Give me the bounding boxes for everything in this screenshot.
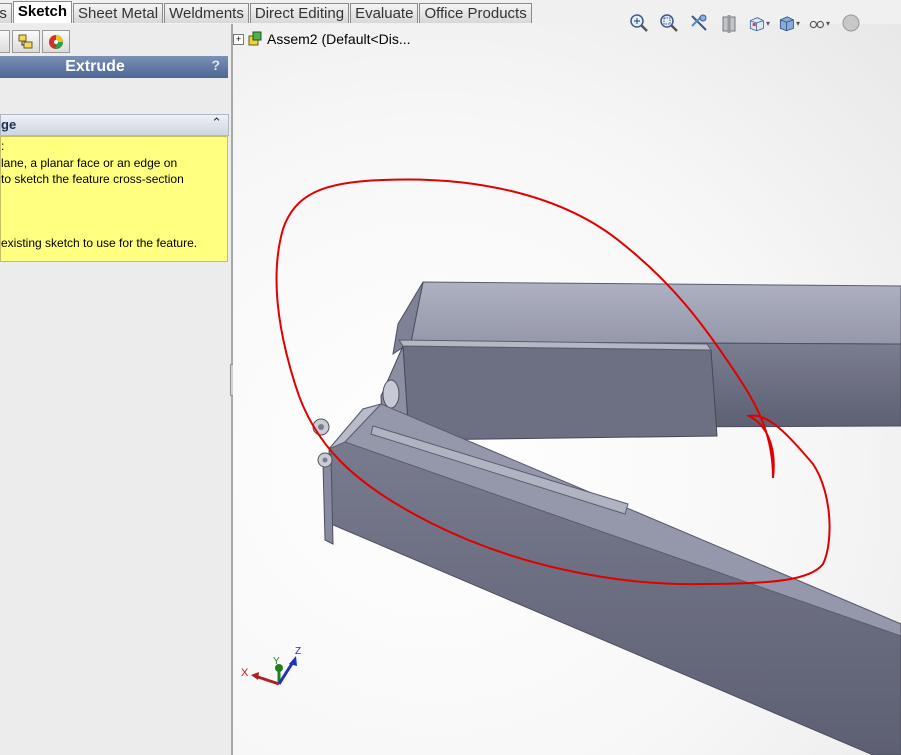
help-button[interactable]: ? [211,57,220,73]
zoom-to-area-button[interactable] [658,12,680,34]
collapse-icon[interactable]: ⌃ [211,115,222,131]
tab-feature-manager[interactable] [0,30,10,53]
tab-features[interactable]: es [0,3,12,23]
assembly-icon [248,31,262,46]
front-tube [322,403,901,755]
tab-evaluate[interactable]: Evaluate [350,3,419,23]
hide-show-items-icon [809,20,825,29]
command-manager-tabs: es Sketch Sheet Metal Weldments Direct E… [0,1,533,23]
assembly-name[interactable]: Assem2 (Default<Dis... [267,31,411,47]
message-line: lane, a planar face or an edge on [1,156,178,170]
model-3d-view [275,178,901,755]
appearance-manager-icon [49,34,63,49]
view-orientation-button[interactable]: ▾ [748,12,770,34]
tab-sheet-metal[interactable]: Sheet Metal [73,3,164,23]
display-style-button[interactable]: ▾ [778,12,800,34]
tree-expand-icon[interactable]: + [233,33,244,45]
end-cap [312,418,333,468]
message-line: existing sketch to use for the feature. [1,236,198,250]
zoom-to-fit-icon [630,14,648,32]
reference-triad: X Y Z [241,646,301,686]
view-orientation-icon [749,17,764,32]
edit-appearance-icon [842,14,860,32]
message-box: : lane, a planar face or an edge on to s… [0,136,228,262]
property-manager-header: Extrude ? [0,56,228,78]
previous-view-button[interactable] [688,12,710,34]
edit-appearance-button[interactable] [838,12,860,34]
triad-x-label: X [241,667,249,679]
tab-weldments[interactable]: Weldments [164,3,249,23]
previous-view-icon [691,14,707,31]
tab-appearance-manager[interactable] [42,30,70,53]
zoom-to-area-icon [660,14,678,32]
message-line: to sketch the feature cross-section [1,172,184,186]
zoom-to-fit-button[interactable] [628,12,650,34]
section-title: ge [1,117,17,132]
triad-y-label: Y [273,656,280,667]
tab-office-products[interactable]: Office Products [419,3,532,23]
section-view-button[interactable] [718,12,740,34]
configuration-manager-icon [18,34,33,48]
tab-configuration-manager[interactable] [12,30,40,53]
hide-show-items-button[interactable]: ▾ [808,12,830,34]
tab-sketch[interactable]: Sketch [12,1,73,23]
heads-up-view-toolbar: ▾ ▾ ▾ [628,8,868,38]
property-manager-title: Extrude [65,58,125,75]
message-section-header[interactable]: ge ⌃ [0,114,229,136]
manager-tabs [0,30,72,53]
graphics-area[interactable]: + Assem2 (Default<Dis... X Y Z [233,24,901,755]
feature-tree-flyout[interactable]: + Assem2 (Default<Dis... [233,30,411,48]
property-manager-panel: Extrude ? ge ⌃ : lane, a planar face or … [0,24,231,755]
tab-direct-editing[interactable]: Direct Editing [249,3,350,23]
display-style-icon [779,16,794,32]
triad-z-label: Z [295,646,301,657]
section-view-icon [722,15,736,33]
message-line: : [1,139,5,153]
